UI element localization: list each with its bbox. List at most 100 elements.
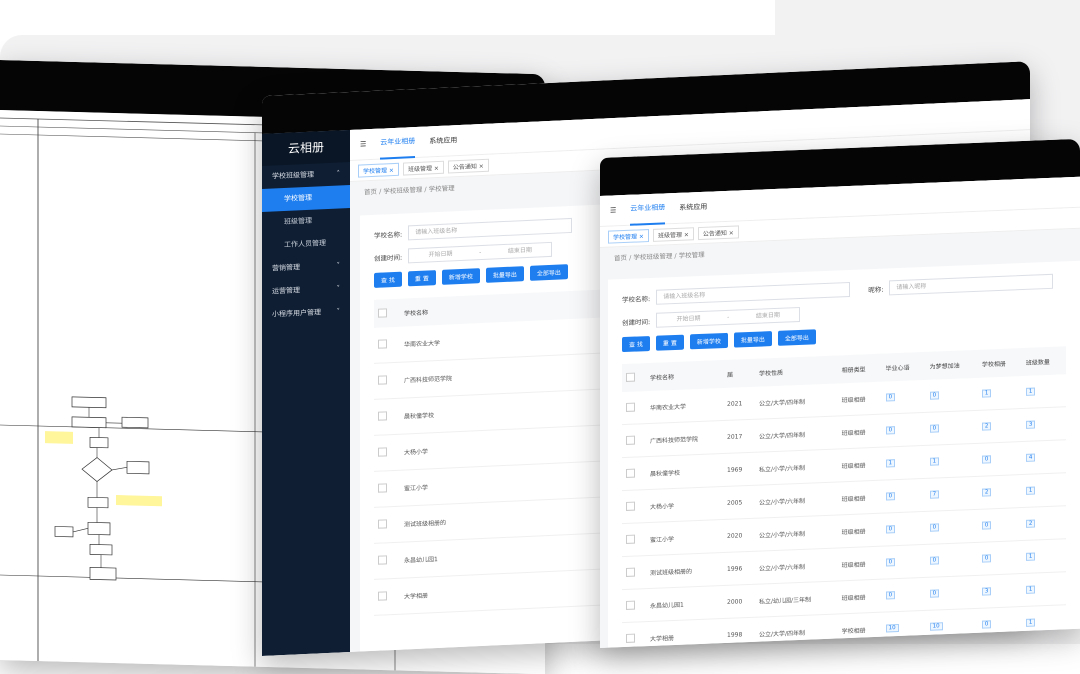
tag-class[interactable]: 班级管理 ×: [403, 160, 444, 175]
tag-notice[interactable]: 公告通知 ×: [448, 158, 489, 173]
row-checkbox[interactable]: [378, 555, 387, 564]
row-checkbox[interactable]: [378, 483, 387, 492]
row-checkbox[interactable]: [378, 375, 387, 384]
row-checkbox[interactable]: [626, 501, 635, 510]
count-badge[interactable]: 3: [1026, 421, 1036, 429]
count-badge[interactable]: 0: [886, 426, 896, 434]
count-badge[interactable]: 1: [1026, 388, 1036, 396]
cell-graduation: 1: [882, 445, 926, 480]
count-badge[interactable]: 10: [886, 624, 899, 633]
count-badge[interactable]: 0: [886, 558, 896, 566]
row-checkbox[interactable]: [378, 447, 387, 456]
row-checkbox[interactable]: [378, 519, 387, 528]
count-badge[interactable]: 0: [982, 620, 992, 628]
count-badge[interactable]: 0: [930, 391, 940, 399]
school-table-detailed: 学校名称 届 学校性质 相册类型 毕业心语 为梦想加油 学校相册 班级数量 华南…: [622, 346, 1066, 648]
count-badge[interactable]: 1: [1026, 487, 1036, 495]
count-badge[interactable]: 10: [930, 622, 943, 631]
add-school-button[interactable]: 新增学校: [442, 268, 480, 285]
select-all-checkbox[interactable]: [626, 372, 635, 381]
count-badge[interactable]: 1: [982, 389, 992, 397]
select-all-checkbox[interactable]: [378, 308, 387, 317]
reset-button[interactable]: 重 置: [656, 335, 684, 351]
tag-notice[interactable]: 公告通知 ×: [698, 225, 739, 240]
count-badge[interactable]: 1: [1026, 586, 1036, 594]
count-badge[interactable]: 2: [1026, 520, 1036, 528]
count-badge[interactable]: 0: [930, 556, 940, 564]
row-checkbox[interactable]: [626, 402, 635, 411]
tag-class[interactable]: 班级管理 ×: [653, 227, 694, 242]
row-checkbox[interactable]: [626, 600, 635, 609]
cell-school-album: 0: [978, 442, 1022, 477]
end-date: 结束日期: [756, 309, 780, 323]
count-badge[interactable]: 3: [982, 587, 992, 595]
count-badge[interactable]: 0: [886, 393, 896, 401]
export-all-button[interactable]: 全部导出: [778, 329, 816, 346]
tab-system[interactable]: 系统应用: [679, 192, 707, 223]
count-badge[interactable]: 0: [930, 424, 940, 432]
export-all-button[interactable]: 全部导出: [530, 264, 568, 281]
count-badge[interactable]: 0: [982, 521, 992, 529]
col-type: 相册类型: [838, 354, 882, 384]
search-button[interactable]: 查 找: [622, 336, 650, 352]
tag-school[interactable]: 学校管理 ×: [358, 162, 399, 177]
count-badge[interactable]: 0: [982, 554, 992, 562]
count-badge[interactable]: 1: [886, 459, 896, 467]
count-badge[interactable]: 0: [886, 525, 896, 533]
reset-button[interactable]: 重 置: [408, 270, 436, 286]
count-badge[interactable]: 2: [982, 422, 992, 430]
chevron-down-icon: ˅: [337, 254, 341, 277]
row-checkbox[interactable]: [626, 567, 635, 576]
cell-school-album: 2: [978, 475, 1022, 510]
count-badge[interactable]: 7: [930, 490, 940, 498]
cell-year: 2020: [723, 518, 755, 552]
row-checkbox[interactable]: [378, 591, 387, 600]
count-badge[interactable]: 1: [1026, 619, 1036, 627]
cell-nature: 公立/大学/四年制: [755, 416, 838, 452]
start-date: 开始日期: [677, 312, 701, 326]
cell-dream: 1: [926, 443, 978, 478]
cell-dream: 0: [926, 575, 978, 610]
row-checkbox-cell: [622, 556, 646, 590]
menu-toggle-icon[interactable]: ☰: [610, 206, 616, 214]
add-school-button[interactable]: 新增学校: [690, 333, 728, 350]
count-badge[interactable]: 0: [930, 523, 940, 531]
row-checkbox[interactable]: [378, 411, 387, 420]
date-range-input[interactable]: 开始日期-结束日期: [656, 307, 800, 328]
tab-system[interactable]: 系统应用: [429, 125, 457, 156]
tag-school[interactable]: 学校管理 ×: [608, 229, 649, 244]
batch-export-button[interactable]: 批量导出: [486, 266, 524, 283]
school-input[interactable]: 请输入班级名称: [656, 282, 850, 305]
sidebar-item-school-class[interactable]: 学校班级管理˄: [262, 162, 350, 189]
sidebar-label: 小程序用户管理: [272, 301, 321, 326]
menu-toggle-icon[interactable]: ☰: [360, 140, 366, 148]
tab-yearbook[interactable]: 云年业相册: [630, 192, 665, 225]
cell-name: 永昌幼儿园1: [646, 586, 723, 622]
count-badge[interactable]: 4: [1026, 454, 1036, 462]
row-checkbox[interactable]: [626, 468, 635, 477]
row-checkbox[interactable]: [626, 633, 635, 642]
count-badge[interactable]: 0: [886, 591, 896, 599]
cell-nature: 私立/小学/六年制: [755, 449, 838, 485]
count-badge[interactable]: 1: [930, 457, 940, 465]
batch-export-button[interactable]: 批量导出: [734, 331, 772, 348]
row-checkbox-cell: [374, 506, 400, 543]
school-input[interactable]: 请输入班级名称: [408, 218, 572, 240]
count-badge[interactable]: 0: [886, 492, 896, 500]
row-checkbox[interactable]: [378, 339, 387, 348]
cell-type: 班级相册: [838, 513, 882, 548]
count-badge[interactable]: 1: [1026, 553, 1036, 561]
sidebar-item-miniapp-users[interactable]: 小程序用户管理˅: [262, 300, 350, 327]
count-badge[interactable]: 0: [982, 455, 992, 463]
date-dash: -: [479, 246, 481, 259]
row-checkbox[interactable]: [626, 534, 635, 543]
search-button[interactable]: 查 找: [374, 272, 402, 288]
row-checkbox-cell: [374, 398, 400, 435]
row-checkbox[interactable]: [626, 435, 635, 444]
count-badge[interactable]: 2: [982, 488, 992, 496]
count-badge[interactable]: 0: [930, 589, 940, 597]
alias-input[interactable]: 请输入昵称: [889, 274, 1053, 296]
date-range-input[interactable]: 开始日期-结束日期: [408, 242, 552, 264]
tab-yearbook[interactable]: 云年业相册: [380, 126, 415, 160]
row-checkbox-cell: [374, 327, 400, 364]
